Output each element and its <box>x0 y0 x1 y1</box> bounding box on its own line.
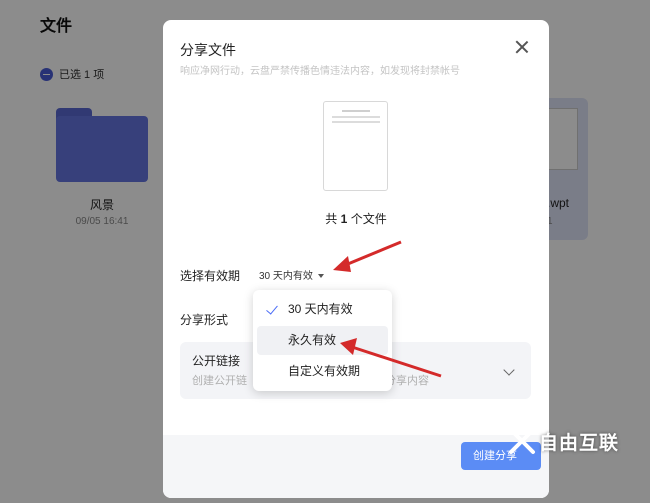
file-count-number: 1 <box>340 212 348 226</box>
option-permanent[interactable]: 永久有效 <box>257 326 388 355</box>
option-30-days[interactable]: 30 天内有效 <box>257 295 388 324</box>
option-custom[interactable]: 自定义有效期 <box>257 357 388 386</box>
watermark: 自由互联 <box>505 424 650 459</box>
file-count: 共 1 个文件 <box>325 212 387 226</box>
watermark-logo-icon <box>509 428 535 454</box>
validity-select[interactable]: 30 天内有效 <box>259 267 324 282</box>
share-dialog: 分享文件 响应净网行动，云盘严禁传播色情违法内容，如发现将封禁帐号 共 1 个文… <box>163 20 549 498</box>
validity-label: 选择有效期 <box>180 269 241 283</box>
check-icon <box>266 302 278 315</box>
watermark-text: 自由互联 <box>539 433 620 454</box>
dialog-title: 分享文件 <box>180 42 236 58</box>
validity-value: 30 天内有效 <box>259 271 313 282</box>
close-icon[interactable] <box>513 38 531 56</box>
public-link-title: 公开链接 <box>192 354 241 368</box>
file-thumbnail <box>323 101 388 191</box>
public-link-desc: 创建公开链 <box>192 375 247 387</box>
dialog-footer: 创建分享 <box>163 435 549 498</box>
dialog-subtitle: 响应净网行动，云盘严禁传播色情违法内容，如发现将封禁帐号 <box>180 66 460 77</box>
validity-dropdown: 30 天内有效 永久有效 自定义有效期 <box>253 290 392 391</box>
share-form-label: 分享形式 <box>180 313 229 327</box>
chevron-down-icon[interactable] <box>503 364 515 376</box>
caret-down-icon <box>317 273 324 278</box>
